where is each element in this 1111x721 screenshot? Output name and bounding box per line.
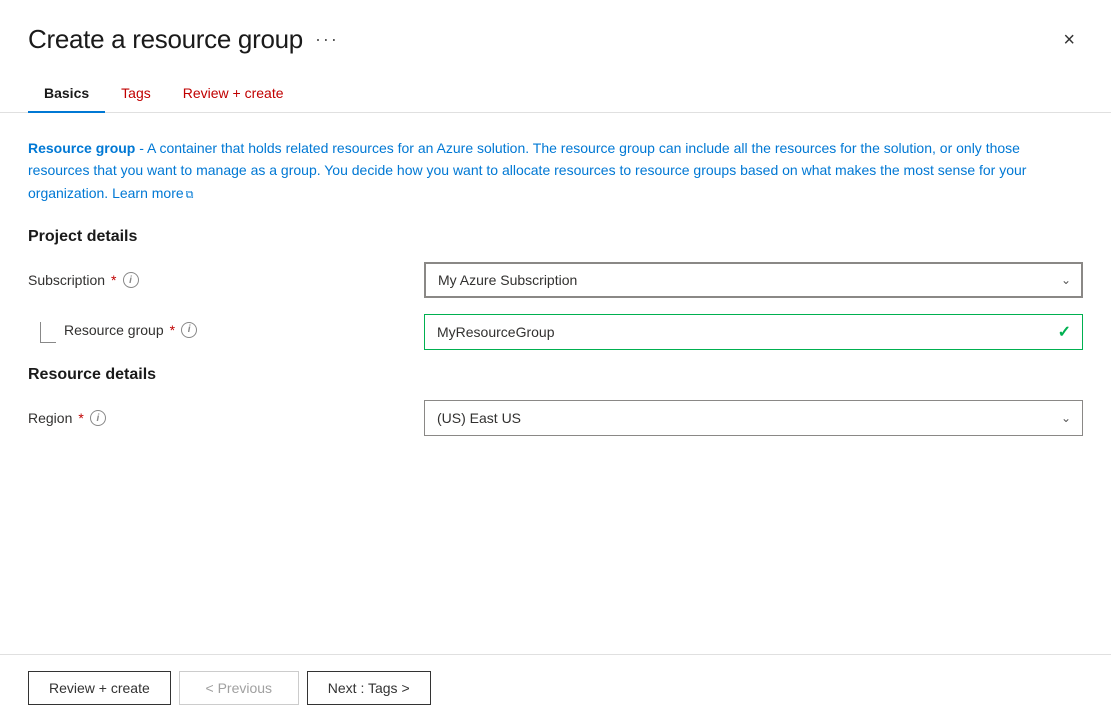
resource-group-row: Resource group * i MyResourceGroup ✓: [28, 314, 1083, 350]
create-resource-group-dialog: Create a resource group ··· × Basics Tag…: [0, 0, 1111, 721]
resource-details-title: Resource details: [28, 366, 1083, 384]
description-block: Resource group - A container that holds …: [28, 137, 1083, 204]
dialog-header: Create a resource group ··· ×: [0, 0, 1111, 55]
region-dropdown[interactable]: (US) East US: [424, 400, 1083, 436]
resource-details-section: Resource details Region * i (US) East US…: [28, 366, 1083, 436]
resource-group-required: *: [170, 322, 175, 338]
dialog-title: Create a resource group: [28, 24, 303, 55]
project-details-title: Project details: [28, 228, 1083, 246]
review-create-button[interactable]: Review + create: [28, 671, 171, 705]
learn-more-link[interactable]: Learn more⧉: [112, 185, 193, 201]
resource-group-info-icon[interactable]: i: [181, 322, 197, 338]
subscription-label: Subscription * i: [28, 272, 408, 288]
region-required: *: [78, 410, 83, 426]
region-info-icon[interactable]: i: [90, 410, 106, 426]
subscription-required: *: [111, 272, 116, 288]
previous-button: < Previous: [179, 671, 299, 705]
resource-group-dropdown-wrapper: MyResourceGroup ✓: [424, 314, 1083, 350]
subscription-row: Subscription * i My Azure Subscription ⌄: [28, 262, 1083, 298]
resource-group-dropdown[interactable]: MyResourceGroup: [424, 314, 1083, 350]
subscription-info-icon[interactable]: i: [123, 272, 139, 288]
tab-bar: Basics Tags Review + create: [0, 55, 1111, 113]
subscription-dropdown-wrapper: My Azure Subscription ⌄: [424, 262, 1083, 298]
resource-group-label: Resource group * i: [64, 322, 197, 338]
close-button[interactable]: ×: [1055, 26, 1083, 54]
tab-basics[interactable]: Basics: [28, 75, 105, 113]
dialog-more-options[interactable]: ···: [315, 29, 339, 50]
description-bold: Resource group: [28, 140, 135, 156]
region-row: Region * i (US) East US ⌄: [28, 400, 1083, 436]
resource-group-label-container: Resource group * i: [28, 322, 408, 343]
subscription-dropdown[interactable]: My Azure Subscription: [424, 262, 1083, 298]
region-label: Region * i: [28, 410, 408, 426]
tab-review-create[interactable]: Review + create: [167, 75, 300, 113]
external-link-icon: ⧉: [186, 187, 194, 205]
region-dropdown-wrapper: (US) East US ⌄: [424, 400, 1083, 436]
next-button[interactable]: Next : Tags >: [307, 671, 431, 705]
dialog-footer: Review + create < Previous Next : Tags >: [0, 654, 1111, 721]
dialog-title-area: Create a resource group ···: [28, 24, 339, 55]
tab-tags[interactable]: Tags: [105, 75, 167, 113]
dialog-body: Resource group - A container that holds …: [0, 113, 1111, 654]
